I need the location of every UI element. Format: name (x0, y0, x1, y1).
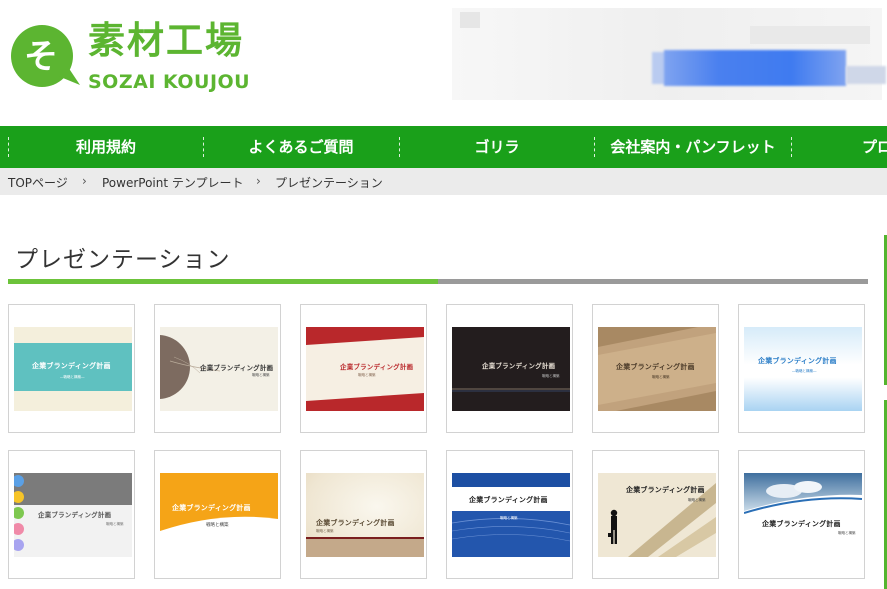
slide-title: 企業ブランディング計画 (172, 504, 251, 512)
slide-subtitle: ―戦略と構築― (792, 369, 817, 373)
breadcrumb-top[interactable]: TOPページ (8, 174, 68, 191)
breadcrumb-separator: › (256, 174, 261, 188)
template-card[interactable]: 企業ブランディング計画 戦略と構築 (154, 304, 281, 433)
breadcrumb-current: プレゼンテーション (275, 176, 383, 190)
nav-separator (203, 137, 204, 157)
template-thumbnail[interactable]: 企業ブランディング計画 戦略と構築 (306, 327, 424, 411)
template-thumbnail[interactable]: 企業ブランディング計画 ―戦略と構築― (14, 327, 132, 411)
breadcrumb: TOPページ › PowerPoint テンプレート › プレゼンテーション (0, 168, 887, 195)
logo-text-en[interactable]: SOZAI KOUJOU (88, 73, 250, 92)
logo-mark: そ (24, 37, 58, 77)
slide-title: 企業ブランディング計画 (316, 519, 395, 527)
slide-title: 企業ブランディング計画 (469, 496, 548, 504)
blurred-text (460, 12, 480, 28)
slide-subtitle: ―戦略と構築― (60, 375, 85, 379)
template-thumbnail[interactable]: 企業ブランディング計画 戦略と構築 (744, 473, 862, 557)
template-thumbnail[interactable]: 企業ブランディング計画 戦略と構築 (598, 473, 716, 557)
template-card[interactable]: 企業ブランディング計画 戦略と構築 (300, 450, 427, 579)
breadcrumb-powerpoint[interactable]: PowerPoint テンプレート (102, 174, 244, 191)
slide-subtitle: 戦略と構築 (838, 531, 856, 535)
template-card[interactable]: 企業ブランディング計画 戦略と構築 (592, 304, 719, 433)
blurred-button[interactable] (664, 50, 846, 86)
slide-title: 企業ブランディング計画 (762, 520, 841, 528)
blurred-button-edge (846, 66, 886, 84)
slide-subtitle: 戦略と構築 (106, 522, 124, 526)
template-thumbnail[interactable]: 企業ブランディング計画 戦略と構築 (452, 473, 570, 557)
template-card[interactable]: 企業ブランディング計画 ―戦略と構築― (738, 304, 865, 433)
template-thumbnail[interactable]: 企業ブランディング計画 ―戦略と構築― (744, 327, 862, 411)
slide-title: 企業ブランディング計画 (482, 362, 556, 370)
template-thumbnail[interactable]: 企業ブランディング計画 戦略と構築 (14, 473, 132, 557)
nav-item-faq[interactable]: よくあるご質問 (205, 126, 397, 168)
template-card[interactable]: 企業ブランディング計画 ―戦略と構築― (8, 304, 135, 433)
slide-title: 企業ブランディング計画 (626, 486, 705, 494)
blurred-text (750, 26, 870, 44)
slide-subtitle: 戦略と構築 (652, 375, 670, 379)
page-title: プレゼンテーション (15, 247, 231, 273)
template-thumbnail[interactable]: 企業ブランディング計画 戦略と構築 (160, 473, 278, 557)
template-thumbnail[interactable]: 企業ブランディング計画 戦略と構築 (160, 327, 278, 411)
slide-subtitle: 戦略と構築 (358, 373, 376, 377)
global-nav: 利用規約 よくあるご質問 ゴリラ 会社案内・パンフレット プロ (0, 126, 887, 168)
logo-bubble-icon[interactable]: そ (8, 24, 82, 92)
breadcrumb-separator: › (82, 174, 87, 188)
site-header: そ 素材工場 SOZAI KOUJOU (0, 0, 887, 126)
nav-separator (594, 137, 595, 157)
template-card[interactable]: 企業ブランディング計画 戦略と構築 (8, 450, 135, 579)
slide-title: 企業ブランディング計画 (200, 364, 274, 372)
nav-item-company[interactable]: 会社案内・パンフレット (596, 126, 790, 168)
slide-title: 企業ブランディング計画 (340, 363, 414, 371)
slide-title: 企業ブランディング計画 (758, 357, 837, 365)
template-card[interactable]: 企業ブランディング計画 戦略と構築 (300, 304, 427, 433)
slide-title: 企業ブランディング計画 (32, 362, 111, 370)
slide-subtitle: 戦略と構築 (252, 373, 270, 377)
template-card[interactable]: 企業ブランディング計画 戦略と構築 (446, 450, 573, 579)
template-thumbnail[interactable]: 企業ブランディング計画 戦略と構築 (306, 473, 424, 557)
logo-text-jp[interactable]: 素材工場 (88, 22, 244, 59)
nav-separator (399, 137, 400, 157)
template-card[interactable]: 企業ブランディング計画 戦略と構築 (738, 450, 865, 579)
slide-subtitle: 戦略と構築 (500, 516, 518, 520)
template-card[interactable]: 企業ブランディング計画 戦略と構築 (446, 304, 573, 433)
nav-separator (8, 137, 9, 157)
template-card[interactable]: 企業ブランディング計画 戦略と構築 (592, 450, 719, 579)
nav-item-pro[interactable]: プロ (862, 126, 887, 168)
nav-separator (791, 137, 792, 157)
nav-item-gorilla[interactable]: ゴリラ (401, 126, 593, 168)
slide-subtitle: 戦略と構築 (542, 374, 560, 378)
slide-title: 企業ブランディング計画 (616, 363, 695, 371)
slide-subtitle: 戦略と構築 (206, 523, 229, 528)
slide-title: 企業ブランディング計画 (38, 511, 112, 519)
title-underline-accent (8, 279, 438, 284)
template-thumbnail[interactable]: 企業ブランディング計画 戦略と構築 (452, 327, 570, 411)
template-card[interactable]: 企業ブランディング計画 戦略と構築 (154, 450, 281, 579)
slide-subtitle: 戦略と構築 (688, 498, 706, 502)
nav-item-terms[interactable]: 利用規約 (10, 126, 202, 168)
template-thumbnail[interactable]: 企業ブランディング計画 戦略と構築 (598, 327, 716, 411)
slide-subtitle: 戦略と構築 (316, 529, 334, 533)
